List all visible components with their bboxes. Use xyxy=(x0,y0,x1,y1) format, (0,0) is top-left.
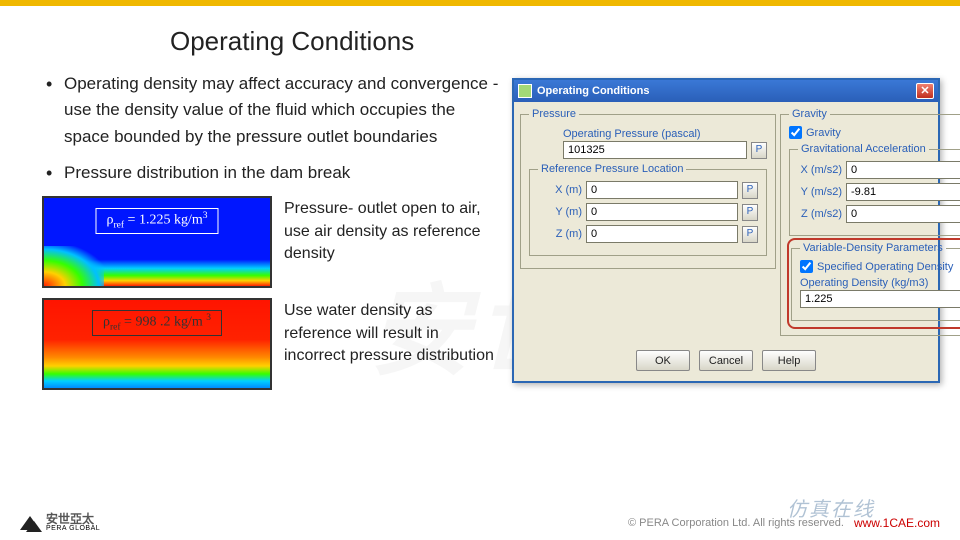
op-pressure-input[interactable] xyxy=(563,141,747,159)
gravity-checkbox-row[interactable]: Gravity xyxy=(789,126,960,139)
pressure-legend: Pressure xyxy=(529,108,579,120)
rho-sup: 3 xyxy=(203,211,208,221)
gy-label: Y (m/s2) xyxy=(798,186,842,198)
rho-eq: = 1.225 kg/m xyxy=(124,213,203,228)
logo-text: 安世亞太 xyxy=(46,513,100,525)
vdp-highlight: Variable-Density Parameters Specified Op… xyxy=(787,238,960,329)
pressure-plot-air: ρref = 1.225 kg/m3 xyxy=(42,196,272,288)
close-button[interactable]: ✕ xyxy=(916,83,934,99)
dialog-col-left: Pressure Operating Pressure (pascal) P R… xyxy=(520,108,776,340)
top-accent xyxy=(0,6,180,10)
operating-conditions-dialog: Operating Conditions ✕ Pressure Operatin… xyxy=(512,78,940,383)
bullet-1: Operating density may affect accuracy an… xyxy=(50,71,500,150)
rho-prefix: ρ xyxy=(103,315,110,330)
rho-prefix: ρ xyxy=(106,213,113,228)
left-column: Operating density may affect accuracy an… xyxy=(20,71,500,400)
vdp-chk-label: Specified Operating Density xyxy=(817,261,953,273)
gz-input[interactable] xyxy=(846,205,960,223)
gy-input[interactable] xyxy=(846,183,960,201)
logo-sub: PERA GLOBAL xyxy=(46,525,100,532)
x-label: X (m) xyxy=(538,184,582,196)
rho-sub: ref xyxy=(110,323,121,333)
y-label: Y (m) xyxy=(538,206,582,218)
vdp-checkbox-row[interactable]: Specified Operating Density xyxy=(800,260,960,273)
dialog-body: Pressure Operating Pressure (pascal) P R… xyxy=(514,102,938,346)
pressure-group: Pressure Operating Pressure (pascal) P R… xyxy=(520,108,776,269)
page-title: Operating Conditions xyxy=(170,26,960,57)
plot-row-1: ρref = 1.225 kg/m3 Pressure- outlet open… xyxy=(42,196,500,288)
vdp-checkbox[interactable] xyxy=(800,260,813,273)
gx-input[interactable] xyxy=(846,161,960,179)
ref-x-input[interactable] xyxy=(586,181,738,199)
p-button[interactable]: P xyxy=(742,204,758,221)
plot1-label: ρref = 1.225 kg/m3 xyxy=(95,208,218,233)
gravity-legend: Gravity xyxy=(789,108,830,120)
gravity-group: Gravity Gravity Gravitational Accelerati… xyxy=(780,108,960,336)
rho-sup: 3 xyxy=(206,313,211,323)
bullet-list: Operating density may affect accuracy an… xyxy=(20,71,500,186)
logo-icon xyxy=(20,516,40,530)
gravity-checkbox[interactable] xyxy=(789,126,802,139)
footer-copyright: © PERA Corporation Ltd. All rights reser… xyxy=(100,517,844,529)
vdp-legend: Variable-Density Parameters xyxy=(800,242,946,254)
gz-label: Z (m/s2) xyxy=(798,208,842,220)
plots-container: ρref = 1.225 kg/m3 Pressure- outlet open… xyxy=(42,196,500,390)
watermark-url: www.1CAE.com xyxy=(854,516,940,530)
plot2-label: ρref = 998 .2 kg/m 3 xyxy=(92,310,222,335)
cancel-button[interactable]: Cancel xyxy=(699,350,753,371)
plot2-caption: Use water density as reference will resu… xyxy=(284,298,500,390)
op-density-label: Operating Density (kg/m3) xyxy=(800,277,960,289)
op-pressure-label: Operating Pressure (pascal) xyxy=(563,128,767,140)
grav-accel-group: Gravitational Acceleration X (m/s2) P Y … xyxy=(789,143,960,236)
dialog-button-row: OK Cancel Help xyxy=(514,346,938,381)
vdp-group: Variable-Density Parameters Specified Op… xyxy=(791,242,960,321)
plot-row-2: ρref = 998 .2 kg/m 3 Use water density a… xyxy=(42,298,500,390)
rho-sub: ref xyxy=(113,221,124,231)
bullet-2: Pressure distribution in the dam break xyxy=(50,160,500,186)
rho-eq: = 998 .2 kg/m xyxy=(121,315,207,330)
p-button[interactable]: P xyxy=(751,142,767,159)
footer-logo: 安世亞太 PERA GLOBAL xyxy=(20,513,100,532)
dialog-icon xyxy=(518,84,532,98)
ok-button[interactable]: OK xyxy=(636,350,690,371)
ref-z-input[interactable] xyxy=(586,225,738,243)
dialog-titlebar[interactable]: Operating Conditions ✕ xyxy=(514,80,938,102)
plot1-caption: Pressure- outlet open to air, use air de… xyxy=(284,196,500,288)
op-density-input[interactable] xyxy=(800,290,960,308)
pressure-plot-water: ρref = 998 .2 kg/m 3 xyxy=(42,298,272,390)
ref-y-input[interactable] xyxy=(586,203,738,221)
grav-accel-legend: Gravitational Acceleration xyxy=(798,143,929,155)
help-button[interactable]: Help xyxy=(762,350,816,371)
z-label: Z (m) xyxy=(538,228,582,240)
ref-pressure-location-group: Reference Pressure Location X (m) P Y (m… xyxy=(529,163,767,256)
dialog-title: Operating Conditions xyxy=(537,85,649,97)
ref-pressure-legend: Reference Pressure Location xyxy=(538,163,686,175)
gravity-chk-label: Gravity xyxy=(806,127,841,139)
dialog-col-right: Gravity Gravity Gravitational Accelerati… xyxy=(780,108,960,340)
gx-label: X (m/s2) xyxy=(798,164,842,176)
p-button[interactable]: P xyxy=(742,182,758,199)
footer: 安世亞太 PERA GLOBAL © PERA Corporation Ltd.… xyxy=(0,513,960,532)
p-button[interactable]: P xyxy=(742,226,758,243)
